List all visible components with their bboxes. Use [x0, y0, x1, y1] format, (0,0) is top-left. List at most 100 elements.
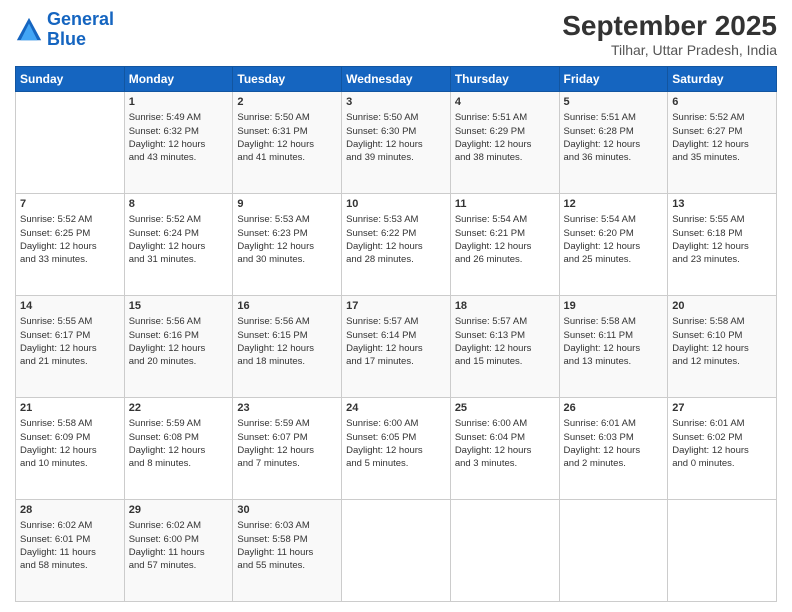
day-info: Daylight: 12 hours	[455, 342, 555, 355]
day-info: Sunrise: 5:54 AM	[564, 213, 664, 226]
day-info: Sunset: 6:13 PM	[455, 329, 555, 342]
calendar-cell: 12Sunrise: 5:54 AMSunset: 6:20 PMDayligh…	[559, 194, 668, 296]
day-info: Daylight: 12 hours	[237, 342, 337, 355]
day-info: Daylight: 12 hours	[346, 138, 446, 151]
day-info: and 15 minutes.	[455, 355, 555, 368]
day-info: Daylight: 12 hours	[129, 342, 229, 355]
calendar-cell	[342, 500, 451, 602]
day-info: Sunrise: 5:50 AM	[237, 111, 337, 124]
day-number: 22	[129, 401, 229, 416]
day-number: 29	[129, 503, 229, 518]
day-info: Sunrise: 6:02 AM	[20, 519, 120, 532]
day-info: Sunrise: 5:51 AM	[564, 111, 664, 124]
day-info: Sunset: 6:03 PM	[564, 431, 664, 444]
day-info: Daylight: 12 hours	[672, 240, 772, 253]
day-info: Sunrise: 5:53 AM	[237, 213, 337, 226]
day-info: Sunset: 6:14 PM	[346, 329, 446, 342]
day-number: 2	[237, 95, 337, 110]
day-info: Sunset: 6:01 PM	[20, 533, 120, 546]
day-number: 20	[672, 299, 772, 314]
day-info: Sunset: 6:25 PM	[20, 227, 120, 240]
day-info: and 36 minutes.	[564, 151, 664, 164]
day-info: and 25 minutes.	[564, 253, 664, 266]
day-info: Sunrise: 6:01 AM	[564, 417, 664, 430]
day-number: 30	[237, 503, 337, 518]
day-info: and 3 minutes.	[455, 457, 555, 470]
day-info: and 2 minutes.	[564, 457, 664, 470]
day-info: and 31 minutes.	[129, 253, 229, 266]
calendar-body: 1Sunrise: 5:49 AMSunset: 6:32 PMDaylight…	[16, 92, 777, 602]
calendar-cell: 23Sunrise: 5:59 AMSunset: 6:07 PMDayligh…	[233, 398, 342, 500]
day-info: Sunrise: 5:55 AM	[20, 315, 120, 328]
week-row-4: 21Sunrise: 5:58 AMSunset: 6:09 PMDayligh…	[16, 398, 777, 500]
calendar-cell: 17Sunrise: 5:57 AMSunset: 6:14 PMDayligh…	[342, 296, 451, 398]
calendar-cell: 27Sunrise: 6:01 AMSunset: 6:02 PMDayligh…	[668, 398, 777, 500]
day-info: Sunset: 6:23 PM	[237, 227, 337, 240]
logo-icon	[15, 16, 43, 44]
calendar-cell: 13Sunrise: 5:55 AMSunset: 6:18 PMDayligh…	[668, 194, 777, 296]
day-info: Daylight: 11 hours	[129, 546, 229, 559]
week-row-2: 7Sunrise: 5:52 AMSunset: 6:25 PMDaylight…	[16, 194, 777, 296]
calendar-table: SundayMondayTuesdayWednesdayThursdayFrid…	[15, 66, 777, 602]
day-info: Sunrise: 5:52 AM	[672, 111, 772, 124]
day-info: and 39 minutes.	[346, 151, 446, 164]
day-number: 14	[20, 299, 120, 314]
day-info: Sunrise: 6:01 AM	[672, 417, 772, 430]
day-info: Sunset: 6:27 PM	[672, 125, 772, 138]
calendar-header: SundayMondayTuesdayWednesdayThursdayFrid…	[16, 67, 777, 92]
day-info: Daylight: 12 hours	[455, 240, 555, 253]
day-info: Sunrise: 6:00 AM	[455, 417, 555, 430]
day-info: Sunrise: 5:52 AM	[129, 213, 229, 226]
week-row-5: 28Sunrise: 6:02 AMSunset: 6:01 PMDayligh…	[16, 500, 777, 602]
weekday-monday: Monday	[124, 67, 233, 92]
day-info: Daylight: 12 hours	[129, 444, 229, 457]
day-info: Sunrise: 5:50 AM	[346, 111, 446, 124]
weekday-sunday: Sunday	[16, 67, 125, 92]
day-info: Sunrise: 5:58 AM	[20, 417, 120, 430]
day-info: Sunset: 6:15 PM	[237, 329, 337, 342]
weekday-row: SundayMondayTuesdayWednesdayThursdayFrid…	[16, 67, 777, 92]
day-number: 15	[129, 299, 229, 314]
calendar-cell: 14Sunrise: 5:55 AMSunset: 6:17 PMDayligh…	[16, 296, 125, 398]
calendar-cell: 9Sunrise: 5:53 AMSunset: 6:23 PMDaylight…	[233, 194, 342, 296]
day-info: Sunrise: 5:58 AM	[564, 315, 664, 328]
day-info: Sunset: 6:18 PM	[672, 227, 772, 240]
day-info: Sunset: 6:28 PM	[564, 125, 664, 138]
day-info: Daylight: 12 hours	[672, 444, 772, 457]
day-info: Daylight: 12 hours	[455, 444, 555, 457]
week-row-1: 1Sunrise: 5:49 AMSunset: 6:32 PMDaylight…	[16, 92, 777, 194]
day-info: Sunrise: 5:59 AM	[237, 417, 337, 430]
day-info: Sunset: 6:29 PM	[455, 125, 555, 138]
day-number: 24	[346, 401, 446, 416]
weekday-thursday: Thursday	[450, 67, 559, 92]
day-info: and 38 minutes.	[455, 151, 555, 164]
calendar-cell: 11Sunrise: 5:54 AMSunset: 6:21 PMDayligh…	[450, 194, 559, 296]
day-info: Sunrise: 5:49 AM	[129, 111, 229, 124]
day-info: and 30 minutes.	[237, 253, 337, 266]
day-number: 18	[455, 299, 555, 314]
calendar-cell: 8Sunrise: 5:52 AMSunset: 6:24 PMDaylight…	[124, 194, 233, 296]
header: General Blue September 2025 Tilhar, Utta…	[15, 10, 777, 58]
day-number: 27	[672, 401, 772, 416]
day-info: Sunrise: 6:00 AM	[346, 417, 446, 430]
day-info: Daylight: 12 hours	[129, 138, 229, 151]
day-info: Sunset: 6:22 PM	[346, 227, 446, 240]
calendar-cell	[559, 500, 668, 602]
day-info: and 5 minutes.	[346, 457, 446, 470]
day-number: 16	[237, 299, 337, 314]
calendar-cell: 15Sunrise: 5:56 AMSunset: 6:16 PMDayligh…	[124, 296, 233, 398]
day-info: Sunset: 6:31 PM	[237, 125, 337, 138]
day-info: Sunset: 6:10 PM	[672, 329, 772, 342]
day-number: 26	[564, 401, 664, 416]
day-info: and 13 minutes.	[564, 355, 664, 368]
calendar-cell: 20Sunrise: 5:58 AMSunset: 6:10 PMDayligh…	[668, 296, 777, 398]
day-info: Sunset: 6:02 PM	[672, 431, 772, 444]
calendar-cell: 6Sunrise: 5:52 AMSunset: 6:27 PMDaylight…	[668, 92, 777, 194]
day-info: Daylight: 12 hours	[20, 342, 120, 355]
day-number: 10	[346, 197, 446, 212]
day-info: Daylight: 12 hours	[237, 444, 337, 457]
day-info: and 8 minutes.	[129, 457, 229, 470]
calendar-cell: 25Sunrise: 6:00 AMSunset: 6:04 PMDayligh…	[450, 398, 559, 500]
day-info: Daylight: 12 hours	[564, 138, 664, 151]
day-info: Sunset: 6:07 PM	[237, 431, 337, 444]
